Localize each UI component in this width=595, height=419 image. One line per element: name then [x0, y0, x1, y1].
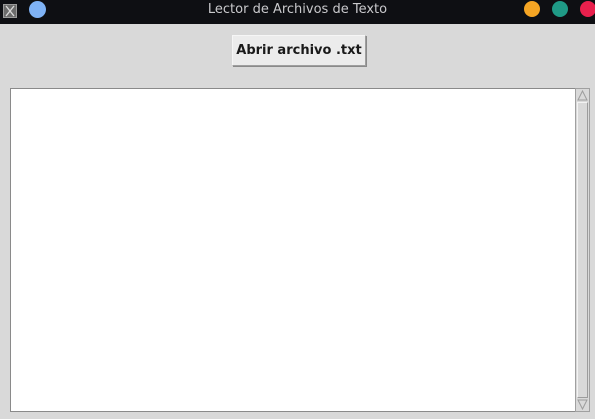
- close-button[interactable]: [580, 1, 595, 17]
- arrow-down-icon[interactable]: [577, 399, 588, 410]
- arrow-up-icon[interactable]: [577, 90, 588, 101]
- minimize-button[interactable]: [524, 1, 540, 17]
- title-bar[interactable]: Lector de Archivos de Texto: [0, 0, 595, 24]
- text-display-area[interactable]: [10, 88, 575, 412]
- window-title: Lector de Archivos de Texto: [207, 2, 388, 17]
- vertical-scrollbar[interactable]: [575, 88, 590, 412]
- scrollbar-thumb[interactable]: [577, 102, 588, 398]
- maximize-button[interactable]: [552, 1, 568, 17]
- open-file-button[interactable]: Abrir archivo .txt: [232, 35, 366, 66]
